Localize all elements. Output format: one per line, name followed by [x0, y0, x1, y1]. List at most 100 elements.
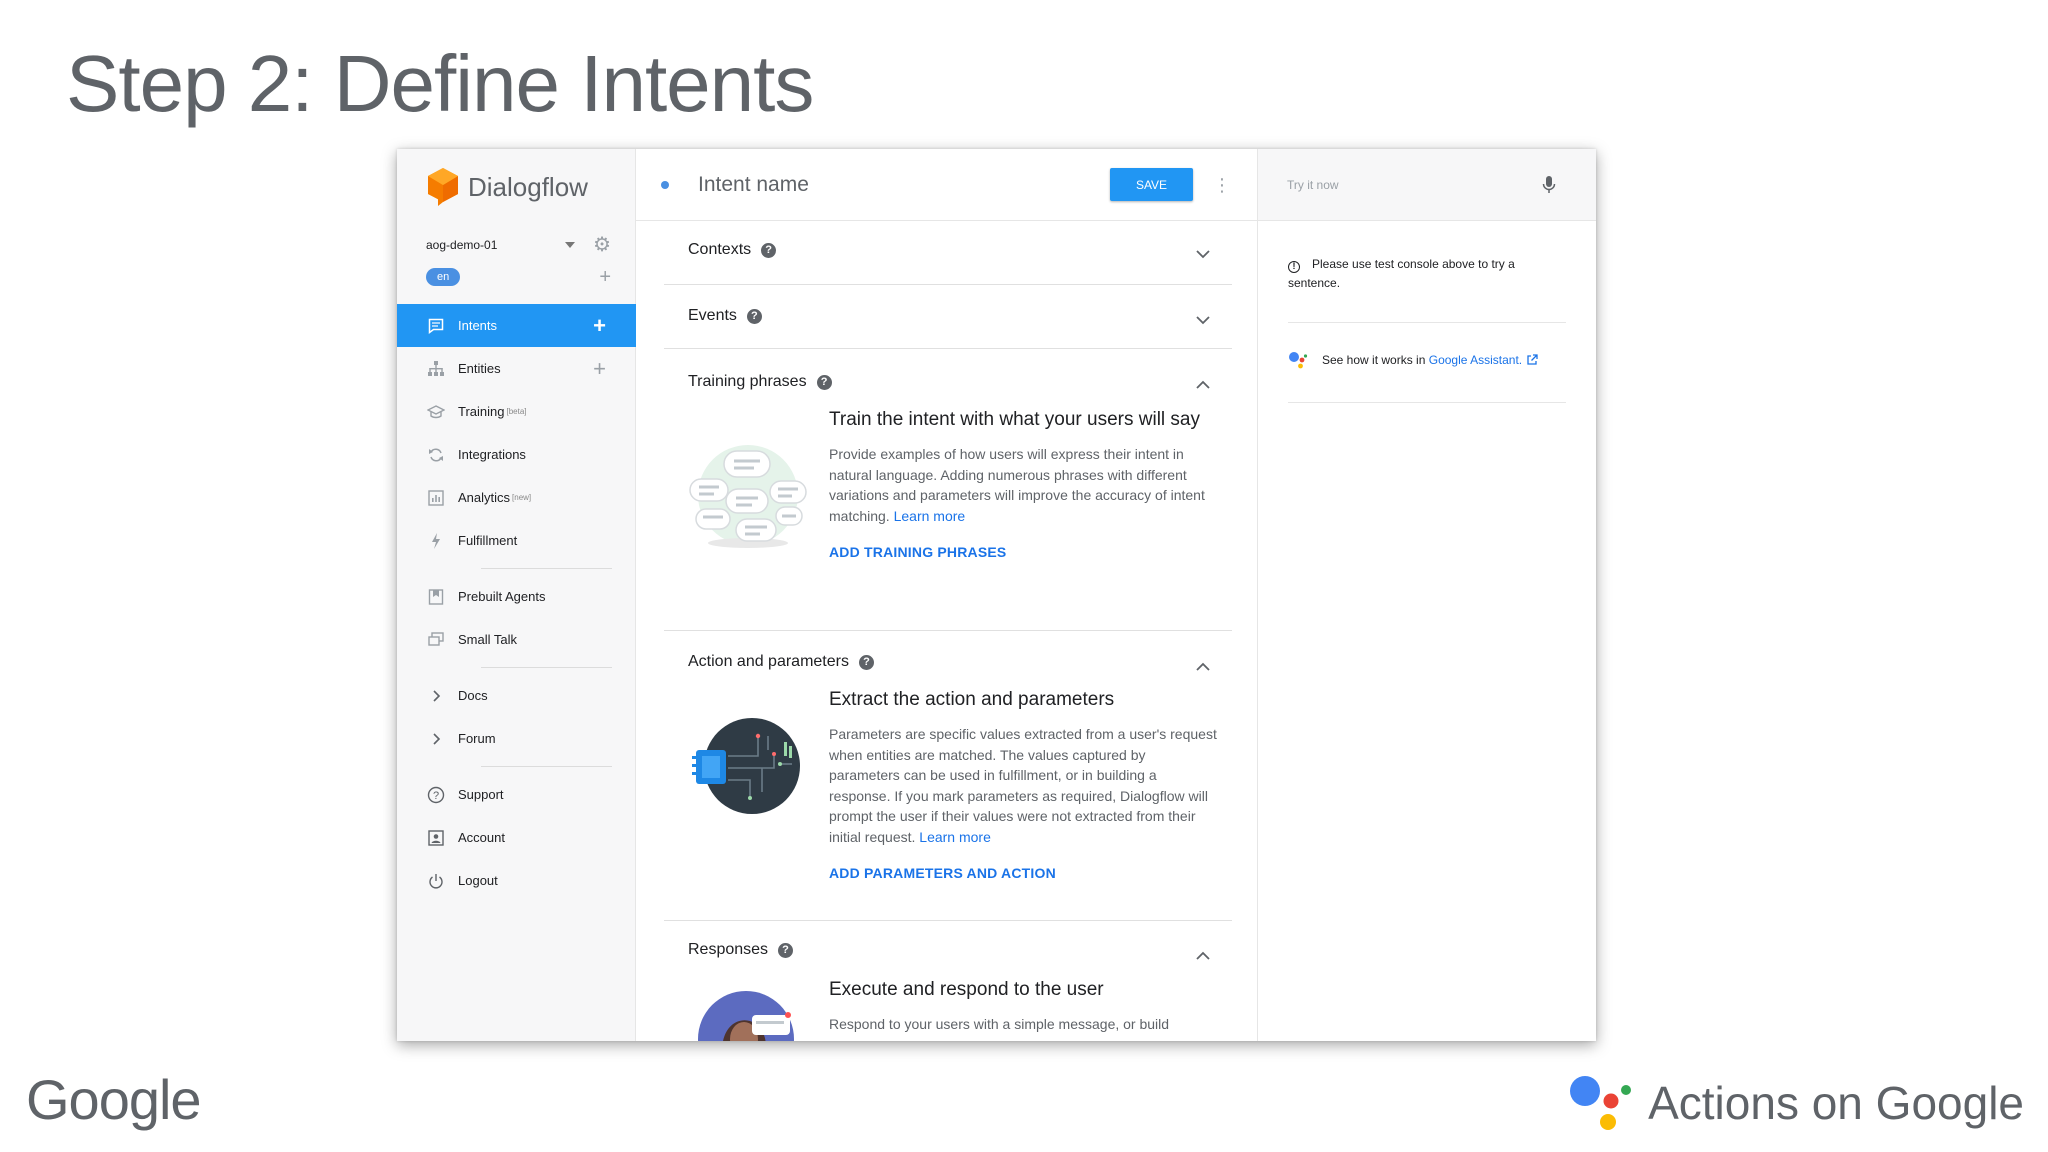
chevron-up-icon[interactable] — [1196, 378, 1210, 392]
more-vert-icon[interactable]: ⋮ — [1209, 176, 1235, 194]
learn-more-link[interactable]: Learn more — [919, 829, 991, 845]
add-intent-icon[interactable]: + — [593, 314, 606, 337]
sidebar-item-label: Account — [458, 830, 505, 845]
help-circle-icon: ? — [426, 785, 446, 805]
sidebar-item-training[interactable]: Training [beta] — [397, 390, 636, 433]
section-title: Events — [688, 307, 737, 324]
chevron-up-icon[interactable] — [1196, 660, 1210, 674]
new-tag: [new] — [512, 493, 532, 502]
sidebar-item-forum[interactable]: Forum — [397, 717, 636, 760]
bolt-icon — [426, 531, 446, 551]
section-header[interactable]: Responses ? — [688, 941, 794, 959]
dropdown-caret-icon[interactable] — [565, 242, 576, 248]
dialogflow-screenshot: Dialogflow aog-demo-01 ⚙ en + Intents + — [397, 149, 1596, 1041]
sidebar-item-analytics[interactable]: Analytics [new] — [397, 476, 636, 519]
info-icon: ! — [1288, 260, 1300, 273]
divider — [1288, 402, 1566, 403]
sidebar-nav: Intents + Entities + Training [beta] Int… — [397, 304, 636, 902]
status-dot — [661, 180, 669, 189]
sidebar-item-entities[interactable]: Entities + — [397, 347, 636, 390]
responses-section: Responses ? Execute and respond to the u… — [664, 921, 1232, 1041]
chat-bubbles-illustration — [689, 445, 807, 548]
dialogflow-logo-icon — [428, 168, 458, 206]
responses-body: Execute and respond to the user Respond … — [829, 975, 1219, 1035]
add-parameters-action-button[interactable]: ADD PARAMETERS AND ACTION — [829, 865, 1219, 881]
bookmark-icon — [426, 587, 446, 607]
section-title: Action and parameters — [688, 653, 849, 670]
google-assistant-row: See how it works in Google Assistant. — [1288, 351, 1538, 369]
language-badge[interactable]: en — [426, 268, 461, 286]
section-header[interactable]: Training phrases ? — [688, 373, 832, 391]
slide-title: Step 2: Define Intents — [66, 39, 814, 128]
add-entity-icon[interactable]: + — [593, 357, 606, 380]
nav-divider — [481, 667, 612, 668]
sidebar-item-label: Entities — [458, 361, 501, 376]
add-training-phrases-button[interactable]: ADD TRAINING PHRASES — [829, 544, 1219, 560]
sidebar-item-intents[interactable]: Intents + — [397, 304, 636, 347]
gear-icon[interactable]: ⚙ — [593, 235, 611, 255]
try-it-now-input[interactable]: Try it now — [1287, 178, 1542, 192]
help-icon[interactable]: ? — [858, 654, 874, 670]
agent-selector[interactable]: aog-demo-01 ⚙ — [426, 233, 611, 257]
sidebar-item-label: Logout — [458, 873, 498, 888]
sidebar: Dialogflow aog-demo-01 ⚙ en + Intents + — [397, 149, 636, 1041]
section-title: Contexts — [688, 241, 752, 258]
save-button[interactable]: SAVE — [1110, 168, 1193, 201]
brand[interactable]: Dialogflow — [426, 165, 588, 209]
action-parameters-section: Action and parameters ? Extract the acti… — [664, 631, 1232, 921]
ga-prefix: See how it works in — [1322, 353, 1426, 367]
sidebar-item-label: Integrations — [458, 447, 526, 462]
microphone-icon[interactable] — [1542, 175, 1556, 195]
sidebar-item-logout[interactable]: Logout — [397, 859, 636, 902]
chevron-down-icon[interactable] — [1196, 313, 1210, 327]
hierarchy-icon — [426, 359, 446, 379]
events-section[interactable]: Events ? — [664, 285, 1232, 349]
training-phrases-section: Training phrases ? Train the intent with… — [664, 349, 1232, 631]
intent-name-input[interactable]: Intent name — [698, 173, 1110, 197]
sidebar-item-small-talk[interactable]: Small Talk — [397, 618, 636, 661]
help-icon[interactable]: ? — [761, 242, 777, 258]
sidebar-item-label: Intents — [458, 318, 498, 333]
bar-chart-icon — [426, 488, 446, 508]
section-title: Training phrases — [688, 373, 807, 390]
sidebar-item-docs[interactable]: Docs — [397, 674, 636, 717]
sidebar-item-account[interactable]: Account — [397, 816, 636, 859]
section-header[interactable]: Action and parameters ? — [688, 653, 874, 671]
sidebar-item-label: Forum — [458, 731, 496, 746]
training-phrases-body: Train the intent with what your users wi… — [829, 405, 1219, 560]
intent-editor: Intent name SAVE ⋮ Contexts ? Events ? T… — [636, 149, 1258, 1041]
info-message: ! Please use test console above to try a … — [1288, 255, 1568, 293]
brand-name: Dialogflow — [468, 171, 588, 202]
sidebar-item-prebuilt-agents[interactable]: Prebuilt Agents — [397, 575, 636, 618]
body-text: Parameters are specific values extracted… — [829, 724, 1219, 847]
chevron-down-icon[interactable] — [1196, 247, 1210, 261]
body-title: Extract the action and parameters — [829, 689, 1115, 710]
test-console: Try it now ! Please use test console abov… — [1258, 149, 1596, 1041]
help-icon[interactable]: ? — [778, 942, 794, 958]
google-assistant-link[interactable]: Google Assistant. — [1429, 353, 1522, 367]
sidebar-item-fulfillment[interactable]: Fulfillment — [397, 519, 636, 562]
help-icon[interactable]: ? — [816, 374, 832, 390]
google-assistant-dots-icon — [1570, 1076, 1632, 1130]
try-it-now-bar: Try it now — [1258, 149, 1596, 221]
contexts-section[interactable]: Contexts ? — [664, 221, 1232, 285]
sidebar-item-support[interactable]: ? Support — [397, 773, 636, 816]
graduation-cap-icon — [426, 402, 446, 422]
chevron-up-icon[interactable] — [1196, 949, 1210, 963]
svg-text:?: ? — [433, 790, 439, 802]
add-language-icon[interactable]: + — [599, 267, 611, 287]
help-icon[interactable]: ? — [746, 308, 762, 324]
learn-more-link[interactable]: Learn more — [894, 508, 966, 524]
sidebar-item-integrations[interactable]: Integrations — [397, 433, 636, 476]
section-title: Responses — [688, 941, 769, 958]
body-text-content: Provide examples of how users will expre… — [829, 446, 1205, 524]
sidebar-item-label: Analytics — [458, 490, 511, 505]
body-text-content: Parameters are specific values extracted… — [829, 726, 1217, 845]
external-link-icon[interactable] — [1526, 354, 1538, 366]
nav-divider — [481, 766, 612, 767]
body-title: Train the intent with what your users wi… — [829, 409, 1201, 430]
action-parameters-body: Extract the action and parameters Parame… — [829, 685, 1219, 881]
aog-text: Actions on Google — [1648, 1077, 2024, 1129]
sidebar-item-label: Training — [458, 404, 505, 419]
sidebar-item-label: Fulfillment — [458, 533, 518, 548]
